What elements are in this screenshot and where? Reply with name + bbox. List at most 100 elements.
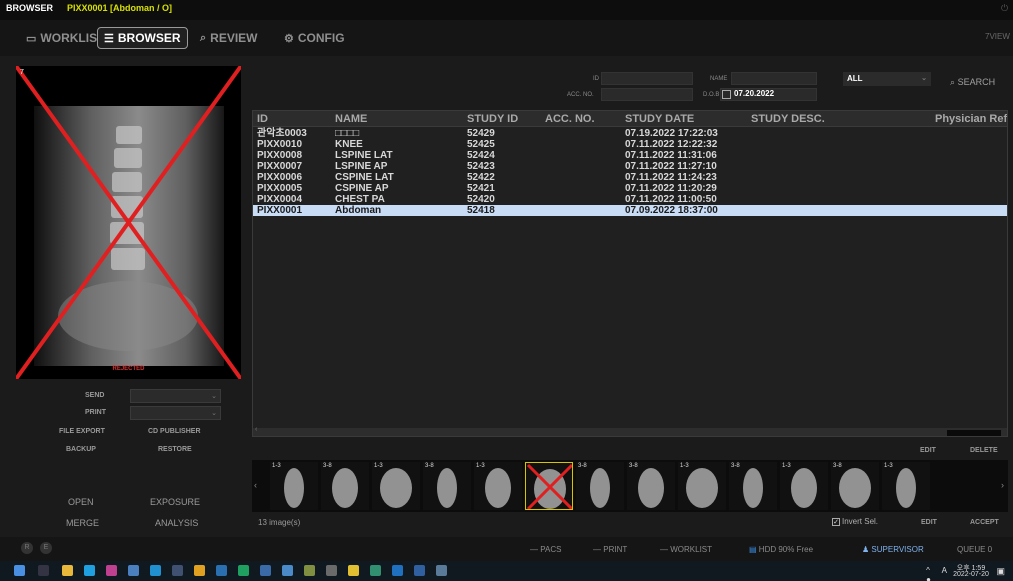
table-cell: PIXX0008	[257, 150, 303, 161]
thumbnail[interactable]: 1-3	[882, 462, 930, 510]
thumbnail[interactable]: 3-8	[729, 462, 777, 510]
chevron-right-icon[interactable]: ›	[1001, 480, 1004, 490]
thumbnail[interactable]: 3-8	[423, 462, 471, 510]
table-row[interactable]: PIXX0004 CHEST PA 52420 07.11.2022 11:00:50	[253, 194, 1007, 205]
table-row[interactable]: PIXX0010 KNEE 52425 07.11.2022 12:22:32	[253, 139, 1007, 150]
view-layout-button[interactable]: 7VIEW	[985, 32, 1010, 41]
search-button-label: SEARCH	[957, 77, 996, 87]
column-header[interactable]: STUDY ID	[467, 113, 518, 125]
table-row[interactable]: PIXX0005 CSPINE AP 52421 07.11.2022 11:20:2…	[253, 183, 1007, 194]
print-select[interactable]: ⌄	[130, 406, 221, 420]
excel-icon[interactable]	[238, 565, 249, 576]
acc-no-input[interactable]	[601, 88, 693, 101]
analysis-button[interactable]: ANALYSIS	[155, 518, 198, 528]
chrome-icon[interactable]	[62, 565, 73, 576]
app-icon[interactable]	[348, 565, 359, 576]
thumbnail[interactable]: 3-8	[831, 462, 879, 510]
backup-button[interactable]: BACKUP	[66, 446, 96, 453]
filter-select[interactable]: ALL ⌄	[843, 72, 931, 86]
scrollbar-thumb[interactable]	[947, 430, 1001, 436]
thumbnail[interactable]: 1-3	[678, 462, 726, 510]
column-header[interactable]: STUDY DATE	[625, 113, 694, 125]
thumbnail[interactable]: 3-8	[321, 462, 369, 510]
table-row[interactable]: PIXX0006 CSPINE LAT 52422 07.11.2022 11:24:…	[253, 172, 1007, 183]
table-cell: 07.11.2022 11:24:23	[625, 172, 717, 183]
thumbnail-label: 3-8	[731, 463, 740, 469]
table-row[interactable]: PIXX0007 LSPINE AP 52423 07.11.2022 11:27:1…	[253, 161, 1007, 172]
search-button[interactable]: ⌕ SEARCH	[950, 77, 995, 88]
exposure-button[interactable]: EXPOSURE	[150, 497, 200, 507]
column-header[interactable]: ACC. NO.	[545, 113, 595, 125]
app-icon[interactable]	[106, 565, 117, 576]
accept-button[interactable]: ACCEPT	[970, 519, 999, 526]
app-icon[interactable]	[216, 565, 227, 576]
thumbnail[interactable]: 1-3	[474, 462, 522, 510]
dob-checkbox[interactable]	[722, 90, 731, 99]
app-icon[interactable]	[172, 565, 183, 576]
thumbnail[interactable]: 1-3	[372, 462, 420, 510]
column-header[interactable]: NAME	[335, 113, 367, 125]
app-icon[interactable]	[370, 565, 381, 576]
app-icon[interactable]	[414, 565, 425, 576]
date-display[interactable]: 2022-07-20	[951, 571, 991, 578]
chevron-left-icon[interactable]: ‹	[254, 480, 257, 490]
edit-study-button[interactable]: EDIT	[920, 447, 936, 454]
edit-image-button[interactable]: EDIT	[921, 519, 937, 526]
user-status[interactable]: ♟ SUPERVISOR	[862, 545, 924, 554]
thumbnail[interactable]	[525, 462, 573, 510]
title-bar: BROWSER PIXX0001 [Abdoman / O] ⏻	[0, 0, 1013, 20]
thumbnail[interactable]: 3-8	[627, 462, 675, 510]
horizontal-scrollbar[interactable]: ‹	[253, 426, 1007, 436]
table-row[interactable]: PIXX0008 LSPINE LAT 52424 07.11.2022 11:31:…	[253, 150, 1007, 161]
app-icon[interactable]	[436, 565, 447, 576]
app-icon[interactable]	[260, 565, 271, 576]
table-cell: 07.11.2022 11:27:10	[625, 161, 717, 172]
tray-icons[interactable]: ^ ● ◫ ◁)	[926, 566, 935, 581]
merge-button[interactable]: MERGE	[66, 518, 99, 528]
search-icon[interactable]	[38, 565, 49, 576]
file-export-button[interactable]: FILE EXPORT	[59, 428, 105, 435]
main-nav: ▭ WORKLIST ☰ BROWSER ⌕ REVIEW ⚙ CONFIG 7…	[0, 20, 1013, 56]
thumbnail[interactable]: 1-3	[270, 462, 318, 510]
delete-study-button[interactable]: DELETE	[970, 447, 998, 454]
thumbnail-image	[485, 468, 511, 508]
open-button[interactable]: OPEN	[68, 497, 94, 507]
app-icon[interactable]	[150, 565, 161, 576]
table-cell: PIXX0010	[257, 139, 303, 150]
app-icon[interactable]	[392, 565, 403, 576]
table-row[interactable]: PIXX0001 Abdoman 52418 07.09.2022 18:37:00	[253, 205, 1007, 216]
emergency-icon[interactable]: E	[40, 542, 52, 554]
tab-review[interactable]: ⌕ REVIEW	[200, 27, 258, 49]
exit-icon[interactable]: ⏻	[1001, 3, 1008, 14]
tab-config[interactable]: ⚙ CONFIG	[284, 27, 345, 49]
id-input[interactable]	[601, 72, 693, 85]
folder-icon[interactable]	[194, 565, 205, 576]
column-header[interactable]: Physician Ref	[935, 113, 1007, 125]
cd-publisher-button[interactable]: CD PUBLISHER	[148, 428, 201, 435]
notification-icon[interactable]: ▣	[996, 566, 1005, 577]
app-icon[interactable]	[304, 565, 315, 576]
invert-selection-checkbox[interactable]: ✓ Invert Sel.	[832, 517, 878, 526]
mail-icon[interactable]	[128, 565, 139, 576]
thumbnail[interactable]: 3-8	[576, 462, 624, 510]
tab-worklist[interactable]: ▭ WORKLIST	[26, 27, 104, 49]
thumbnail-image	[284, 468, 304, 508]
tab-browser[interactable]: ☰ BROWSER	[97, 27, 188, 49]
record-icon[interactable]: R	[21, 542, 33, 554]
restore-button[interactable]: RESTORE	[158, 446, 192, 453]
table-cell: 07.11.2022 11:31:06	[625, 150, 717, 161]
column-header[interactable]: ID	[257, 113, 268, 125]
name-input[interactable]	[731, 72, 817, 85]
column-header[interactable]: STUDY DESC.	[751, 113, 825, 125]
table-row[interactable]: 관악초0003 □□□□ 52429 07.19.2022 17:22:03	[253, 128, 1007, 139]
current-patient: PIXX0001 [Abdoman / O]	[67, 3, 173, 13]
windows-start-icon[interactable]	[14, 565, 25, 576]
input-language[interactable]: A	[942, 566, 947, 575]
preview-image[interactable]: 7 REJECTED	[16, 66, 241, 379]
table-cell: 52421	[467, 183, 495, 194]
send-select[interactable]: ⌄	[130, 389, 221, 403]
thumbnail[interactable]: 1-3	[780, 462, 828, 510]
edge-icon[interactable]	[84, 565, 95, 576]
app-icon[interactable]	[282, 565, 293, 576]
app-icon[interactable]	[326, 565, 337, 576]
